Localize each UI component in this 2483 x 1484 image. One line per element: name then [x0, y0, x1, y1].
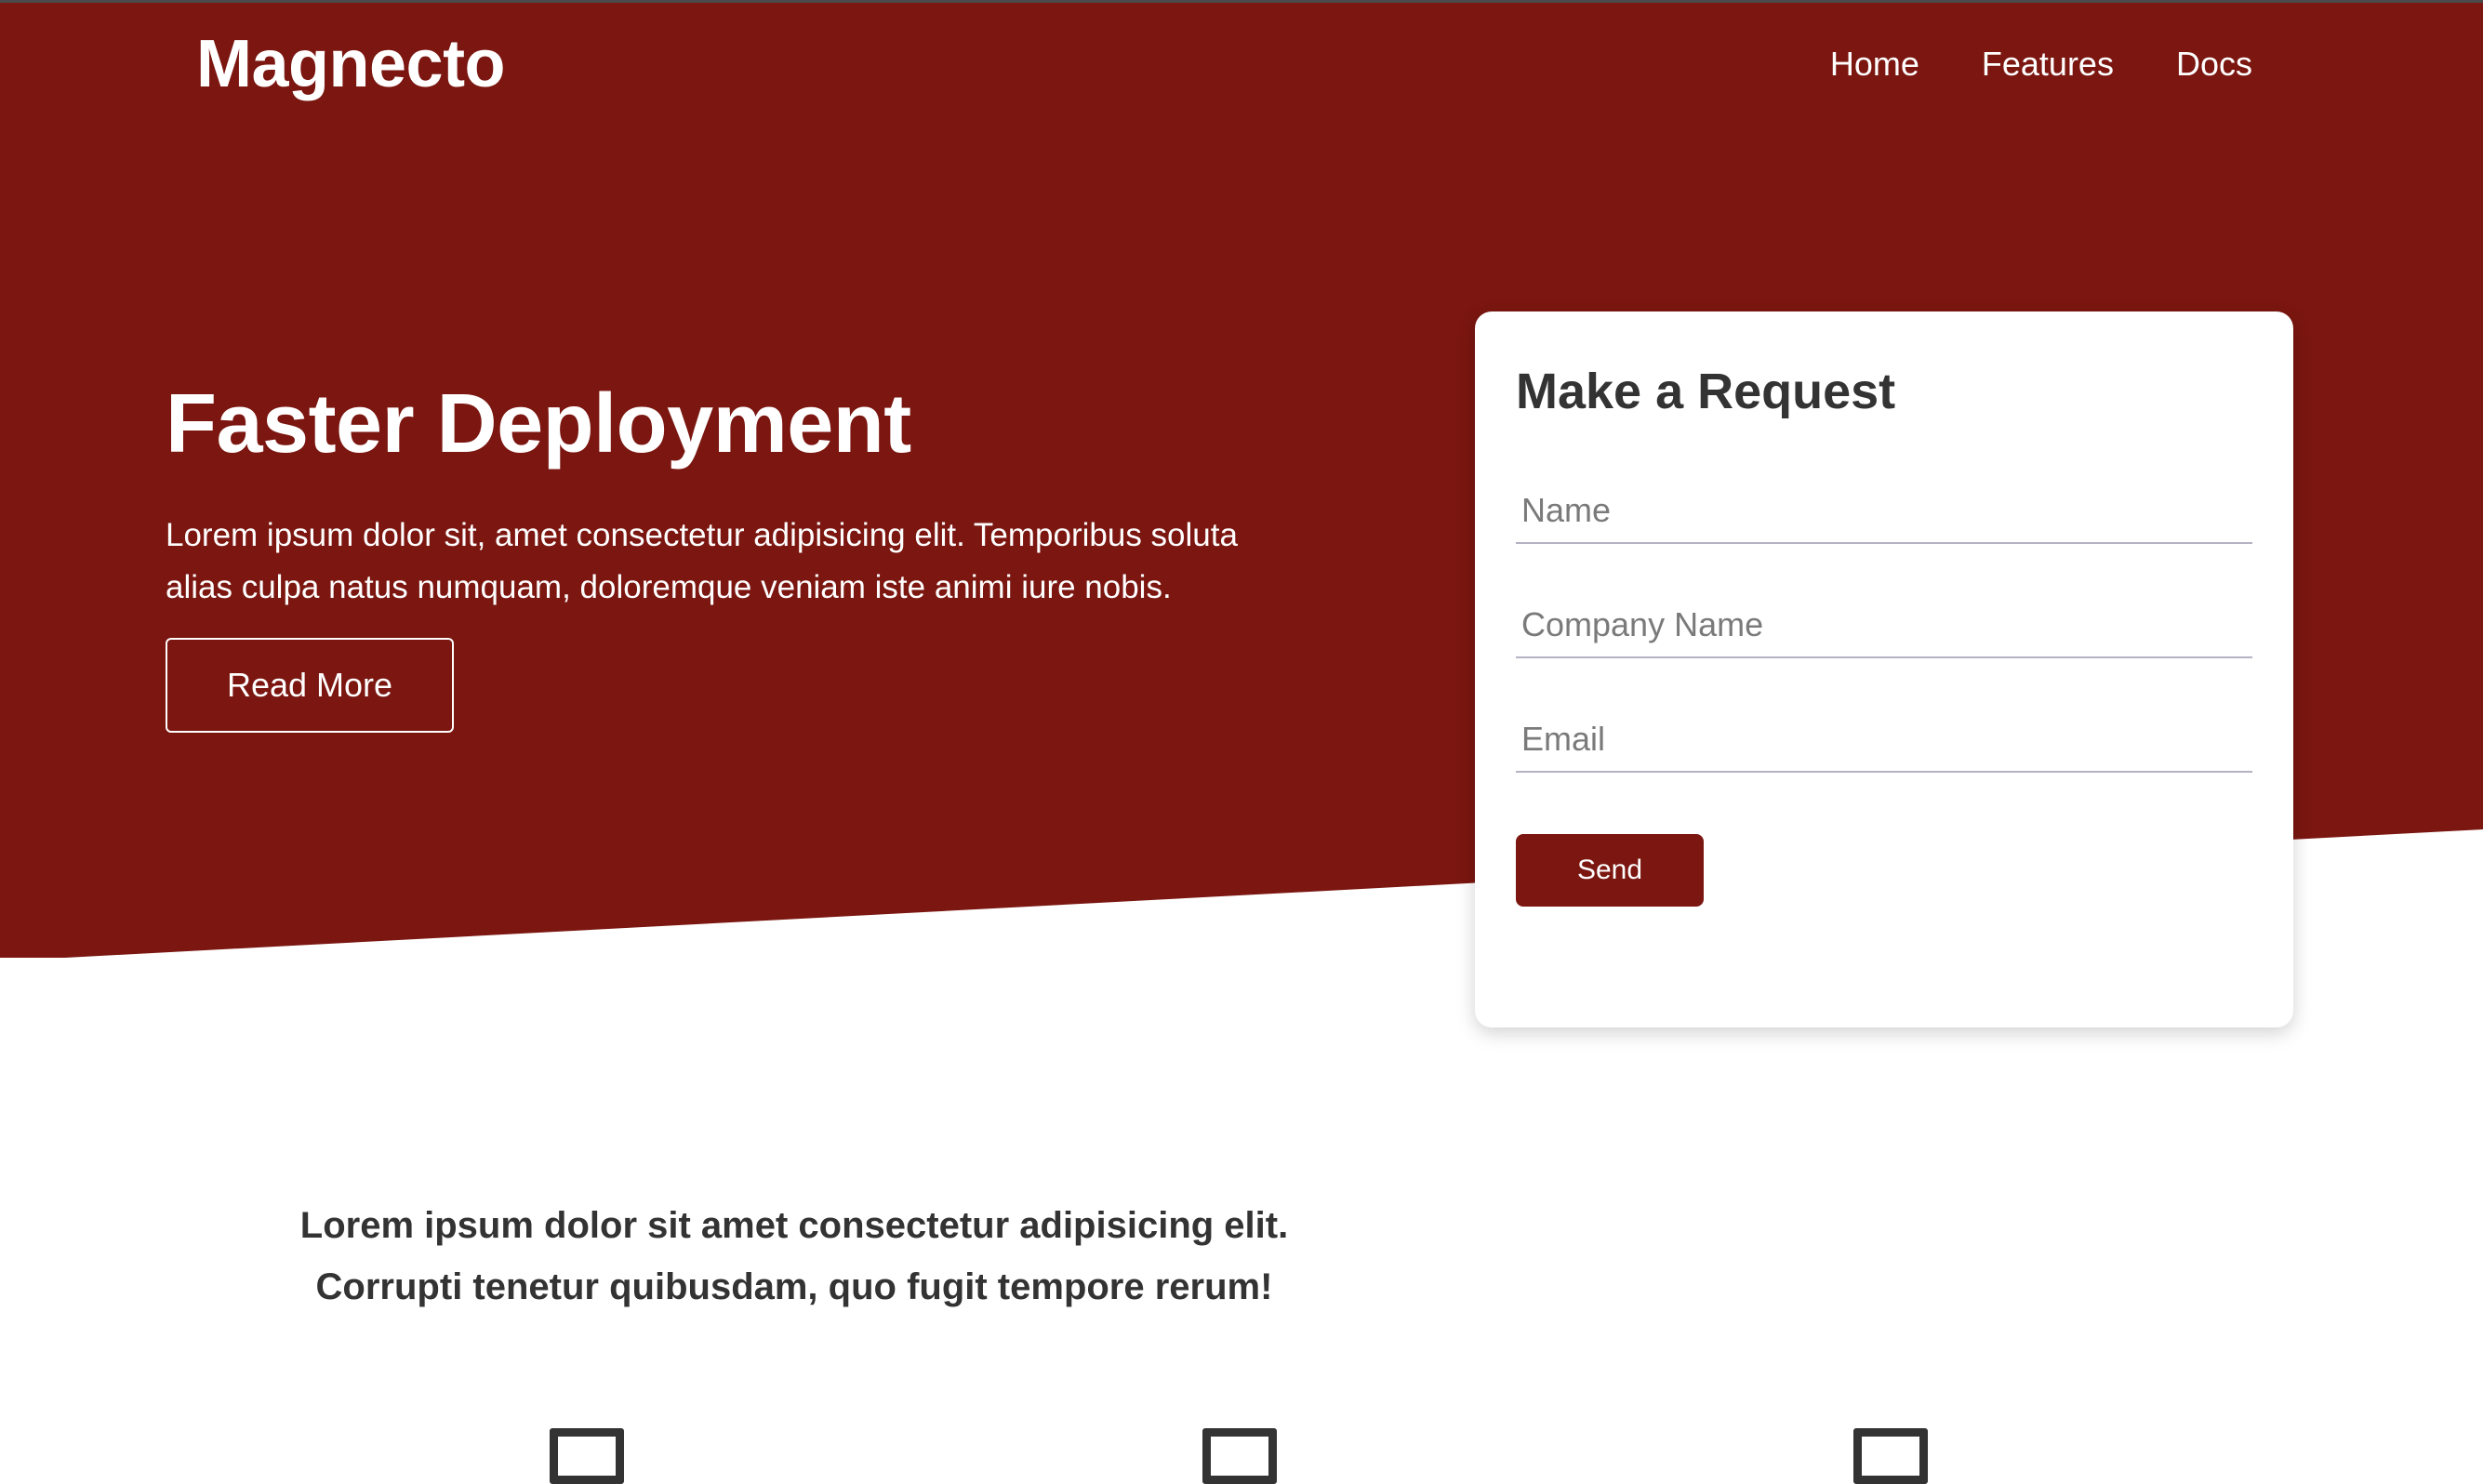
main-nav: Home Features Docs	[1830, 45, 2252, 84]
request-form-card: Make a Request Send	[1475, 311, 2293, 1027]
brand-logo[interactable]: Magnecto	[196, 26, 506, 102]
hero-description: Lorem ipsum dolor sit, amet consectetur …	[166, 517, 1238, 605]
tagline-line-1: Lorem ipsum dolor sit amet consectetur a…	[299, 1205, 1289, 1246]
company-name-input[interactable]	[1516, 593, 2252, 658]
hero-title: Faster Deployment	[166, 378, 911, 470]
read-more-button[interactable]: Read More	[166, 638, 454, 733]
feature-square-icon	[1853, 1428, 1928, 1484]
nav-link-home[interactable]: Home	[1830, 45, 1919, 84]
tagline-line-2: Corrupti tenetur quibusdam, quo fugit te…	[315, 1266, 1273, 1307]
email-input[interactable]	[1516, 708, 2252, 773]
nav-link-features[interactable]: Features	[1982, 45, 2114, 84]
name-input[interactable]	[1516, 479, 2252, 544]
send-button[interactable]: Send	[1516, 834, 1704, 907]
feature-square-icon	[1202, 1428, 1277, 1484]
nav-link-docs[interactable]: Docs	[2176, 45, 2252, 84]
request-form-title: Make a Request	[1516, 364, 1896, 419]
feature-square-icon	[550, 1428, 624, 1484]
window-top-edge	[0, 0, 2483, 3]
section-tagline: Lorem ipsum dolor sit amet consectetur a…	[236, 1195, 1352, 1318]
